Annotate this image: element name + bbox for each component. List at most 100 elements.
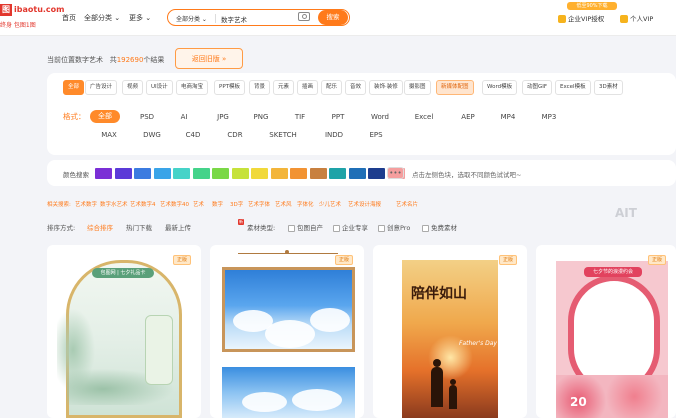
color-swatch[interactable] [270, 168, 288, 179]
color-swatch[interactable] [134, 168, 151, 179]
checkbox-icon [378, 224, 385, 232]
related-search-link[interactable]: 艺术字体 [248, 200, 270, 208]
category-tag[interactable]: 广告设计 [85, 80, 118, 95]
color-swatch[interactable] [153, 168, 171, 179]
color-swatch[interactable] [329, 168, 346, 179]
category-tag[interactable]: 插画 [297, 80, 319, 95]
format-option[interactable]: EPS [361, 131, 391, 139]
category-tag[interactable]: 3D素材 [594, 80, 623, 95]
related-search-link[interactable]: 3D字 [230, 200, 243, 208]
related-search-link[interactable]: 艺术数字40 [160, 200, 189, 208]
color-search-label: 颜色搜索 [63, 171, 89, 179]
material-filter-checkbox[interactable]: 企业专享 [333, 222, 368, 232]
color-swatch[interactable] [251, 168, 268, 179]
category-tag[interactable]: Word模板 [482, 80, 518, 95]
category-tag[interactable]: PPT模板 [214, 80, 245, 95]
format-option[interactable]: PSD [132, 113, 162, 121]
related-search-link[interactable]: 艺术风 [275, 200, 292, 208]
related-search-link[interactable]: 数字 [212, 200, 223, 208]
more-colors-button[interactable]: ••• [387, 167, 404, 179]
format-option[interactable]: CDR [220, 131, 250, 139]
result-card[interactable]: 正版 [210, 245, 364, 418]
format-option[interactable]: AI [169, 113, 199, 121]
color-swatch[interactable] [173, 168, 190, 179]
material-filter-checkbox[interactable]: 包图自产 [288, 222, 323, 232]
search-input[interactable]: 数字艺术 [221, 14, 247, 24]
related-search-link[interactable]: 数字水艺术 [100, 200, 128, 208]
color-swatch[interactable] [192, 168, 210, 179]
copyright-badge: 正版 [648, 255, 666, 265]
logo-icon[interactable]: 图 [0, 4, 12, 16]
cloud-shape [292, 389, 342, 411]
category-tag[interactable]: 元素 [273, 80, 295, 95]
format-option[interactable]: SKETCH [265, 131, 301, 139]
format-option[interactable]: PNG [246, 113, 276, 121]
category-tag[interactable]: UI设计 [146, 80, 173, 95]
related-search-link[interactable]: 艺术数字4 [130, 200, 156, 208]
sort-bar: 排序方式: 综合排序 热门下载 最新上传 新 素材类型: 包图自产 企业专享 创… [47, 219, 676, 234]
result-card[interactable]: 正版 七夕节的浪漫约会 20 [536, 245, 676, 418]
logo-text[interactable]: ibaotu.com [14, 5, 65, 14]
poster-heading: 七夕节的浪漫约会 [584, 267, 642, 277]
nav-home[interactable]: 首页 [62, 13, 76, 23]
category-tag[interactable]: 背景 [249, 80, 271, 95]
nav-more[interactable]: 更多 ⌄ [129, 13, 151, 23]
color-swatch[interactable] [290, 168, 307, 179]
sort-option-selected[interactable]: 综合排序 [87, 222, 113, 232]
color-swatch[interactable] [368, 168, 385, 179]
color-swatch[interactable] [212, 168, 229, 179]
category-tag[interactable]: 全部 [63, 80, 85, 95]
category-tag[interactable]: 视频 [122, 80, 144, 95]
category-tag[interactable]: 装饰·装修 [369, 80, 403, 95]
camera-icon[interactable] [298, 12, 310, 21]
filter-panel: 全部 广告设计 视频 UI设计 电商淘宝 PPT模板 背景 元素 插画 配乐 音… [47, 73, 676, 155]
category-tag[interactable]: Excel模板 [555, 80, 591, 95]
category-tag[interactable]: 电商淘宝 [176, 80, 209, 95]
related-search-link[interactable]: 少儿艺术 [319, 200, 341, 208]
personal-vip-link[interactable]: 个人VIP [620, 13, 653, 23]
format-option[interactable]: Word [365, 113, 395, 121]
sort-option[interactable]: 热门下载 [126, 222, 152, 232]
related-search-link[interactable]: 字体化 [297, 200, 314, 208]
related-search-link[interactable]: 艺术 [193, 200, 204, 208]
back-to-old-version-button[interactable]: 返回旧版 » [175, 48, 243, 69]
format-option[interactable]: DWG [137, 131, 167, 139]
category-tag-selected[interactable]: 新媒体配图 [436, 80, 474, 95]
format-option[interactable]: AEP [453, 113, 483, 121]
poster-subtitle: Father's Day [459, 340, 497, 347]
format-option[interactable]: TIF [285, 113, 315, 121]
sort-option[interactable]: 最新上传 [165, 222, 191, 232]
format-option[interactable]: JPG [208, 113, 238, 121]
search-divider [215, 14, 216, 23]
category-tag[interactable]: 音效 [345, 80, 367, 95]
related-search-link[interactable]: 艺术名片 [396, 200, 418, 208]
color-swatch[interactable] [231, 168, 249, 179]
format-option[interactable]: MP3 [534, 113, 564, 121]
material-option-label: 包图自产 [297, 224, 323, 232]
color-swatch[interactable] [95, 168, 112, 179]
result-card[interactable]: 正版 陪伴如山 Father's Day [373, 245, 527, 418]
format-option[interactable]: PPT [323, 113, 353, 121]
color-swatch[interactable] [114, 168, 132, 179]
result-card[interactable]: 正版 包图网 | 七夕礼品卡 [47, 245, 201, 418]
material-filter-checkbox[interactable]: 免费素材 [422, 222, 457, 232]
related-search-link[interactable]: 艺术数字 [75, 200, 97, 208]
result-count-suffix: 个结果 [143, 56, 165, 64]
material-filter-checkbox[interactable]: 创意Pro [378, 222, 410, 232]
category-tag[interactable]: 摄影图 [404, 80, 431, 95]
format-option[interactable]: Excel [409, 113, 439, 121]
search-button[interactable]: 搜索 [318, 10, 348, 25]
color-swatch[interactable] [348, 168, 366, 179]
format-option[interactable]: MAX [94, 131, 124, 139]
enterprise-vip-link[interactable]: 企业VIP授权 [558, 13, 604, 23]
format-option[interactable]: MP4 [493, 113, 523, 121]
color-swatch[interactable] [309, 168, 327, 179]
category-tag[interactable]: 动图GIF [522, 80, 553, 95]
related-search-link[interactable]: 艺术设计海报 [348, 200, 381, 208]
search-category-select[interactable]: 全部分类 ⌄ [176, 14, 207, 23]
format-option[interactable]: C4D [178, 131, 208, 139]
format-option-selected[interactable]: 全部 [90, 110, 120, 123]
nav-all-categories[interactable]: 全部分类 ⌄ [84, 13, 120, 23]
category-tag[interactable]: 配乐 [321, 80, 343, 95]
format-option[interactable]: INDD [319, 131, 349, 139]
